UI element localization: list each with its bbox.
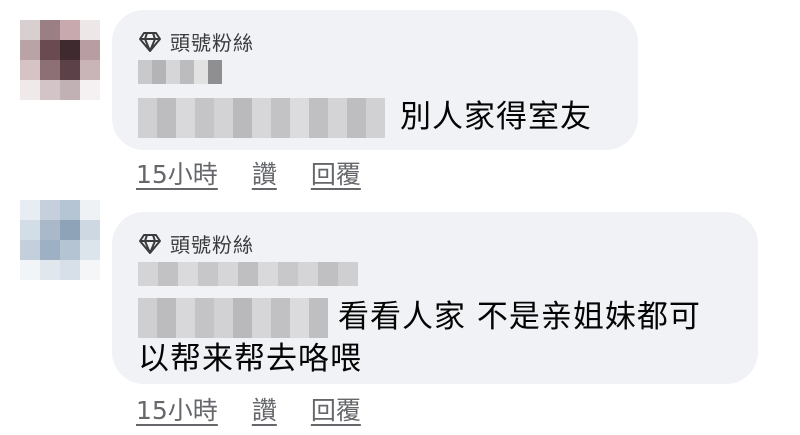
comment-bubble: 頭號粉絲 看看人家 不是亲姐妹都可 以帮来帮去咯喂 xyxy=(112,212,758,384)
comment-text: 別人家得室友 xyxy=(400,99,592,135)
top-fan-badge: 頭號粉絲 xyxy=(138,229,254,258)
comment-actions: 15小時 讚 回覆 xyxy=(136,391,361,427)
mention-redacted[interactable] xyxy=(138,98,385,138)
comment-bubble: 頭號粉絲 別人家得室友 xyxy=(112,10,638,150)
like-button[interactable]: 讚 xyxy=(252,391,277,427)
mention-redacted[interactable] xyxy=(138,298,328,338)
reply-button[interactable]: 回覆 xyxy=(311,155,361,191)
timestamp-link[interactable]: 15小時 xyxy=(136,155,218,191)
badge-label: 頭號粉絲 xyxy=(170,31,254,55)
avatar[interactable] xyxy=(20,20,100,100)
comment-text-line2: 以帮来帮去咯喂 xyxy=(138,341,362,377)
badge-label: 頭號粉絲 xyxy=(170,233,254,257)
author-name-redacted[interactable] xyxy=(138,60,222,84)
comment-actions: 15小時 讚 回覆 xyxy=(136,155,361,191)
timestamp-link[interactable]: 15小時 xyxy=(136,391,218,427)
reply-button[interactable]: 回覆 xyxy=(311,391,361,427)
diamond-icon xyxy=(138,31,162,53)
diamond-icon xyxy=(138,233,162,255)
like-button[interactable]: 讚 xyxy=(252,155,277,191)
comment-text: 看看人家 不是亲姐妹都可 xyxy=(338,299,701,335)
author-name-redacted[interactable] xyxy=(138,262,358,286)
avatar[interactable] xyxy=(20,200,100,280)
top-fan-badge: 頭號粉絲 xyxy=(138,27,254,56)
